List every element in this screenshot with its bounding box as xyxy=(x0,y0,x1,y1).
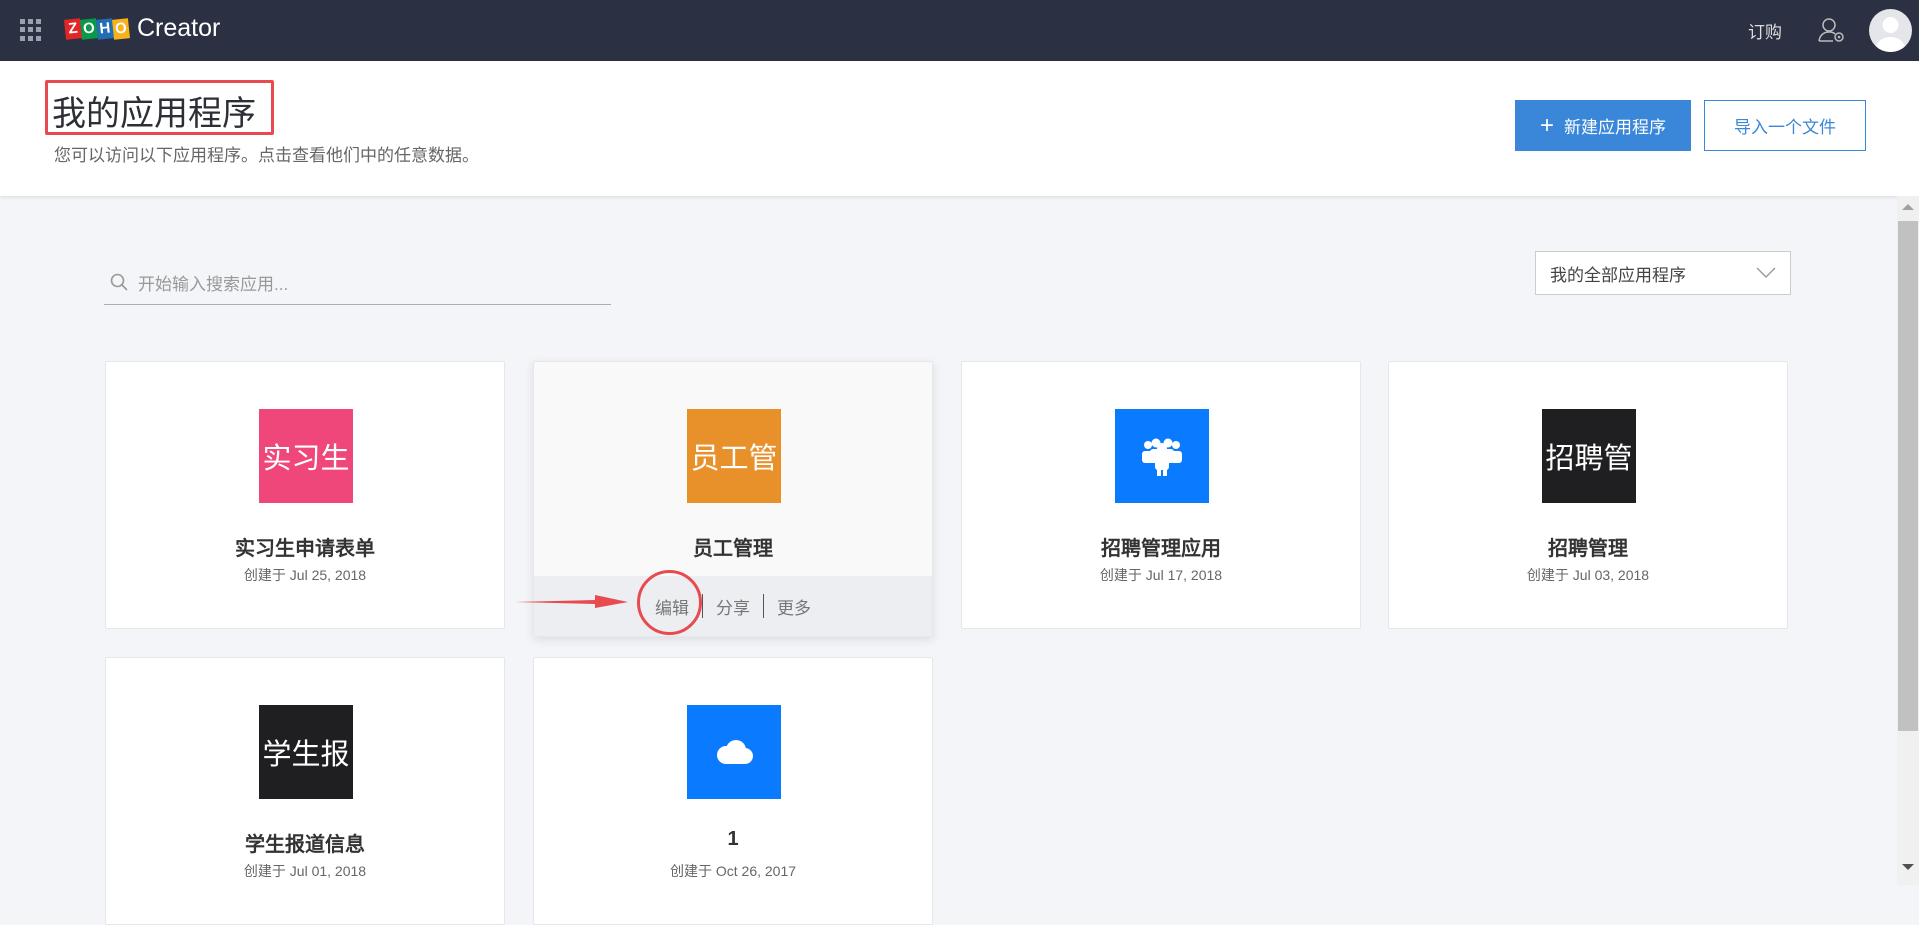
app-name: 员工管理 xyxy=(693,538,773,560)
app-name: 招聘管理 xyxy=(1548,538,1628,560)
app-created-date: 创建于 Jul 01, 2018 xyxy=(243,863,367,879)
app-card[interactable]: 招聘管理应用 创建于 Jul 17, 2018 xyxy=(961,361,1361,629)
new-app-label: 新建应用程序 xyxy=(1564,118,1666,137)
app-icon: 员工管 xyxy=(687,409,781,503)
chevron-down-icon xyxy=(1756,267,1776,278)
search-icon xyxy=(110,273,128,291)
app-icon: 学生报 xyxy=(259,705,353,799)
app-name: 招聘管理应用 xyxy=(1101,538,1221,560)
annotation-arrow-icon xyxy=(515,595,628,608)
scroll-down-icon[interactable] xyxy=(1902,864,1914,870)
more-link[interactable]: 更多 xyxy=(777,594,811,619)
app-icon: 招聘管 xyxy=(1542,409,1636,503)
app-created-date: 创建于 Oct 26, 2017 xyxy=(669,863,797,879)
app-created-date: 创建于 Jul 03, 2018 xyxy=(1526,567,1650,583)
edit-highlight-circle xyxy=(637,570,702,635)
user-settings-icon[interactable] xyxy=(1818,17,1846,43)
app-created-date: 创建于 Jul 25, 2018 xyxy=(243,567,367,583)
scroll-up-icon[interactable] xyxy=(1902,204,1914,210)
divider xyxy=(763,594,764,618)
app-name: 学生报道信息 xyxy=(245,834,365,856)
filter-selected: 我的全部应用程序 xyxy=(1550,265,1686,285)
user-avatar[interactable] xyxy=(1869,9,1912,52)
app-card[interactable]: 招聘管 招聘管理 创建于 Jul 03, 2018 xyxy=(1388,361,1788,629)
new-app-button[interactable]: + 新建应用程序 xyxy=(1515,100,1691,151)
order-link[interactable]: 订购 xyxy=(1748,18,1782,43)
page-title: 我的应用程序 xyxy=(52,95,256,133)
divider xyxy=(702,594,703,618)
app-filter-dropdown[interactable]: 我的全部应用程序 xyxy=(1535,251,1791,295)
page-subtitle: 您可以访问以下应用程序。点击查看他们中的任意数据。 xyxy=(54,146,479,165)
plus-icon: + xyxy=(1539,111,1554,139)
app-icon: 实习生 xyxy=(259,409,353,503)
zoho-creator-logo[interactable]: ZOHO Creator xyxy=(63,14,221,43)
app-created-date: 创建于 Jul 17, 2018 xyxy=(1099,567,1223,583)
app-grid-icon[interactable] xyxy=(20,19,42,41)
search-placeholder: 开始输入搜索应用... xyxy=(138,274,289,294)
vertical-scrollbar[interactable] xyxy=(1897,196,1919,885)
share-link[interactable]: 分享 xyxy=(716,594,750,619)
product-name: Creator xyxy=(137,14,221,42)
zoho-logo: ZOHO xyxy=(63,17,131,40)
app-name: 1 xyxy=(727,828,739,850)
people-group-icon xyxy=(1115,409,1209,503)
scrollbar-thumb[interactable] xyxy=(1898,221,1918,731)
app-card[interactable]: 实习生 实习生申请表单 创建于 Jul 25, 2018 xyxy=(105,361,505,629)
cloud-icon xyxy=(687,705,781,799)
top-bar: ZOHO Creator 订购 xyxy=(0,0,1919,61)
search-input[interactable]: 开始输入搜索应用... xyxy=(104,260,611,305)
app-name: 实习生申请表单 xyxy=(235,538,375,560)
import-file-button[interactable]: 导入一个文件 xyxy=(1704,100,1866,151)
